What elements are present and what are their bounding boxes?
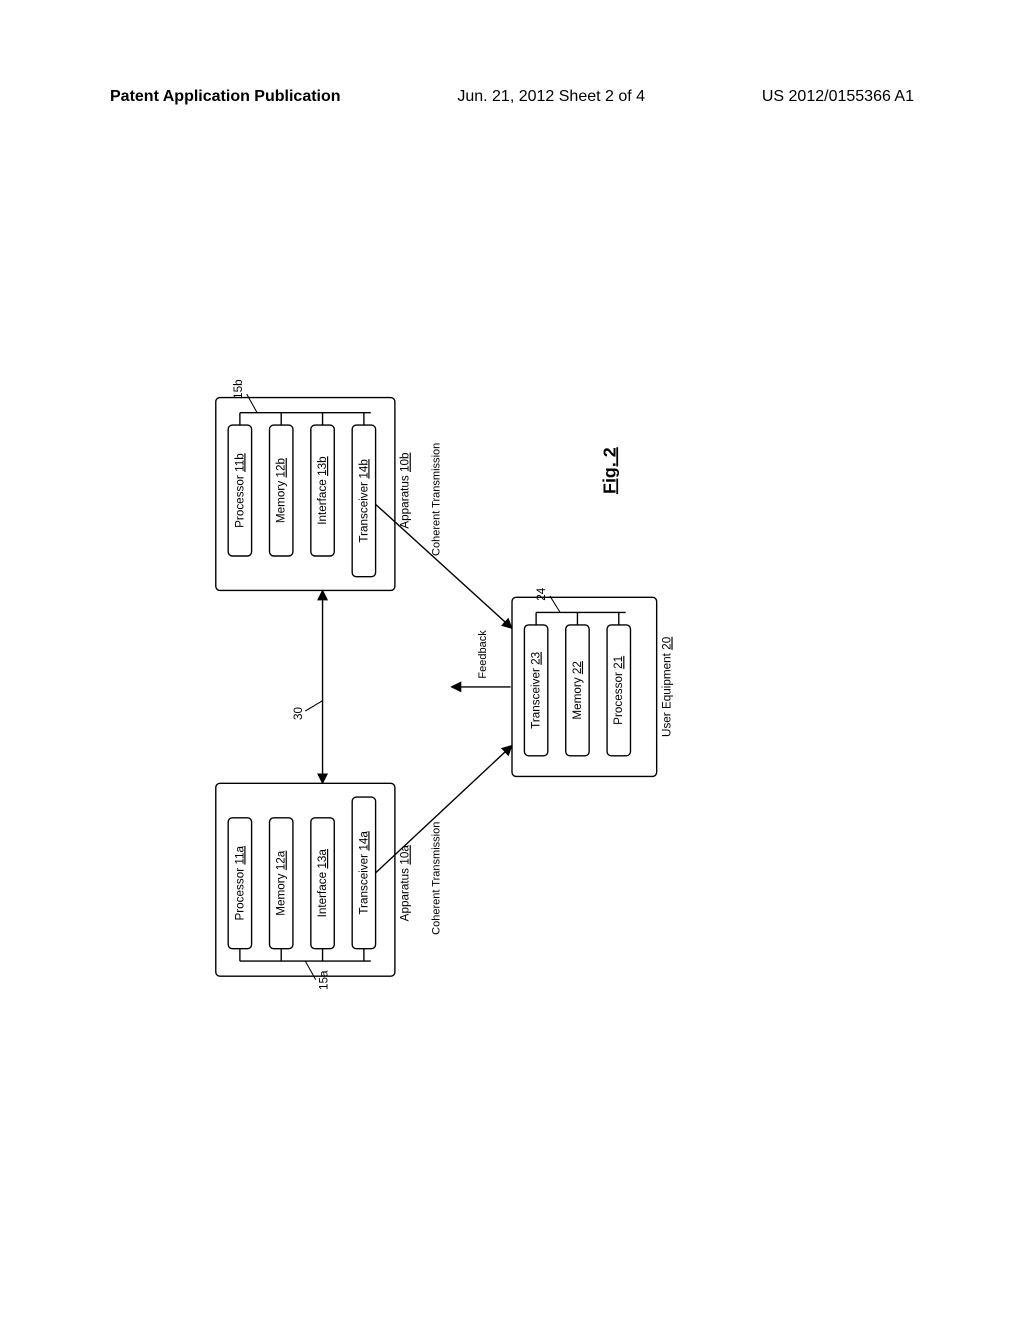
coherent-arrow-b [376,504,512,628]
header-left: Patent Application Publication [110,88,341,106]
apparatus-b: 15b Processor 11b Memory 12b Interface 1… [216,379,412,591]
user-equipment: 24 Transceiver 23 Memory 22 Processor 21… [512,587,673,776]
svg-text:Transceiver 14a: Transceiver 14a [357,831,370,915]
figure-diagram: 15a Processor 11a Memory 12a Interface 1… [70,370,830,990]
svg-text:Transceiver 23: Transceiver 23 [530,652,543,729]
svg-text:Apparatus 10b: Apparatus 10b [399,452,412,529]
svg-text:User Equipment 20: User Equipment 20 [660,636,673,737]
svg-text:Transceiver 14b: Transceiver 14b [357,459,370,543]
coherent-label-a: Coherent Transmission [431,822,443,935]
link-ref-label: 30 [292,706,305,720]
coherent-label-b: Coherent Transmission [431,443,443,556]
feedback-label: Feedback [477,630,489,679]
svg-text:Memory 22: Memory 22 [571,661,584,720]
svg-text:Processor 11a: Processor 11a [233,845,246,920]
bus-ref-a: 15a [317,970,330,990]
svg-text:Memory 12b: Memory 12b [275,458,288,524]
svg-text:Processor 21: Processor 21 [612,656,625,725]
bus-ref-b: 15b [232,379,245,399]
apparatus-a: 15a Processor 11a Memory 12a Interface 1… [216,783,412,990]
svg-text:Apparatus 10a: Apparatus 10a [399,845,412,922]
svg-text:Processor 11b: Processor 11b [233,453,246,528]
svg-text:Interface 13b: Interface 13b [316,456,329,525]
svg-text:Interface 13a: Interface 13a [316,849,329,918]
svg-text:Memory 12a: Memory 12a [275,850,288,916]
coherent-arrow-a [376,745,512,872]
figure-label: Fig. 2 [599,447,619,494]
header-center: Jun. 21, 2012 Sheet 2 of 4 [457,88,645,106]
header-right: US 2012/0155366 A1 [762,88,914,106]
bus-ref-ue: 24 [535,587,548,601]
